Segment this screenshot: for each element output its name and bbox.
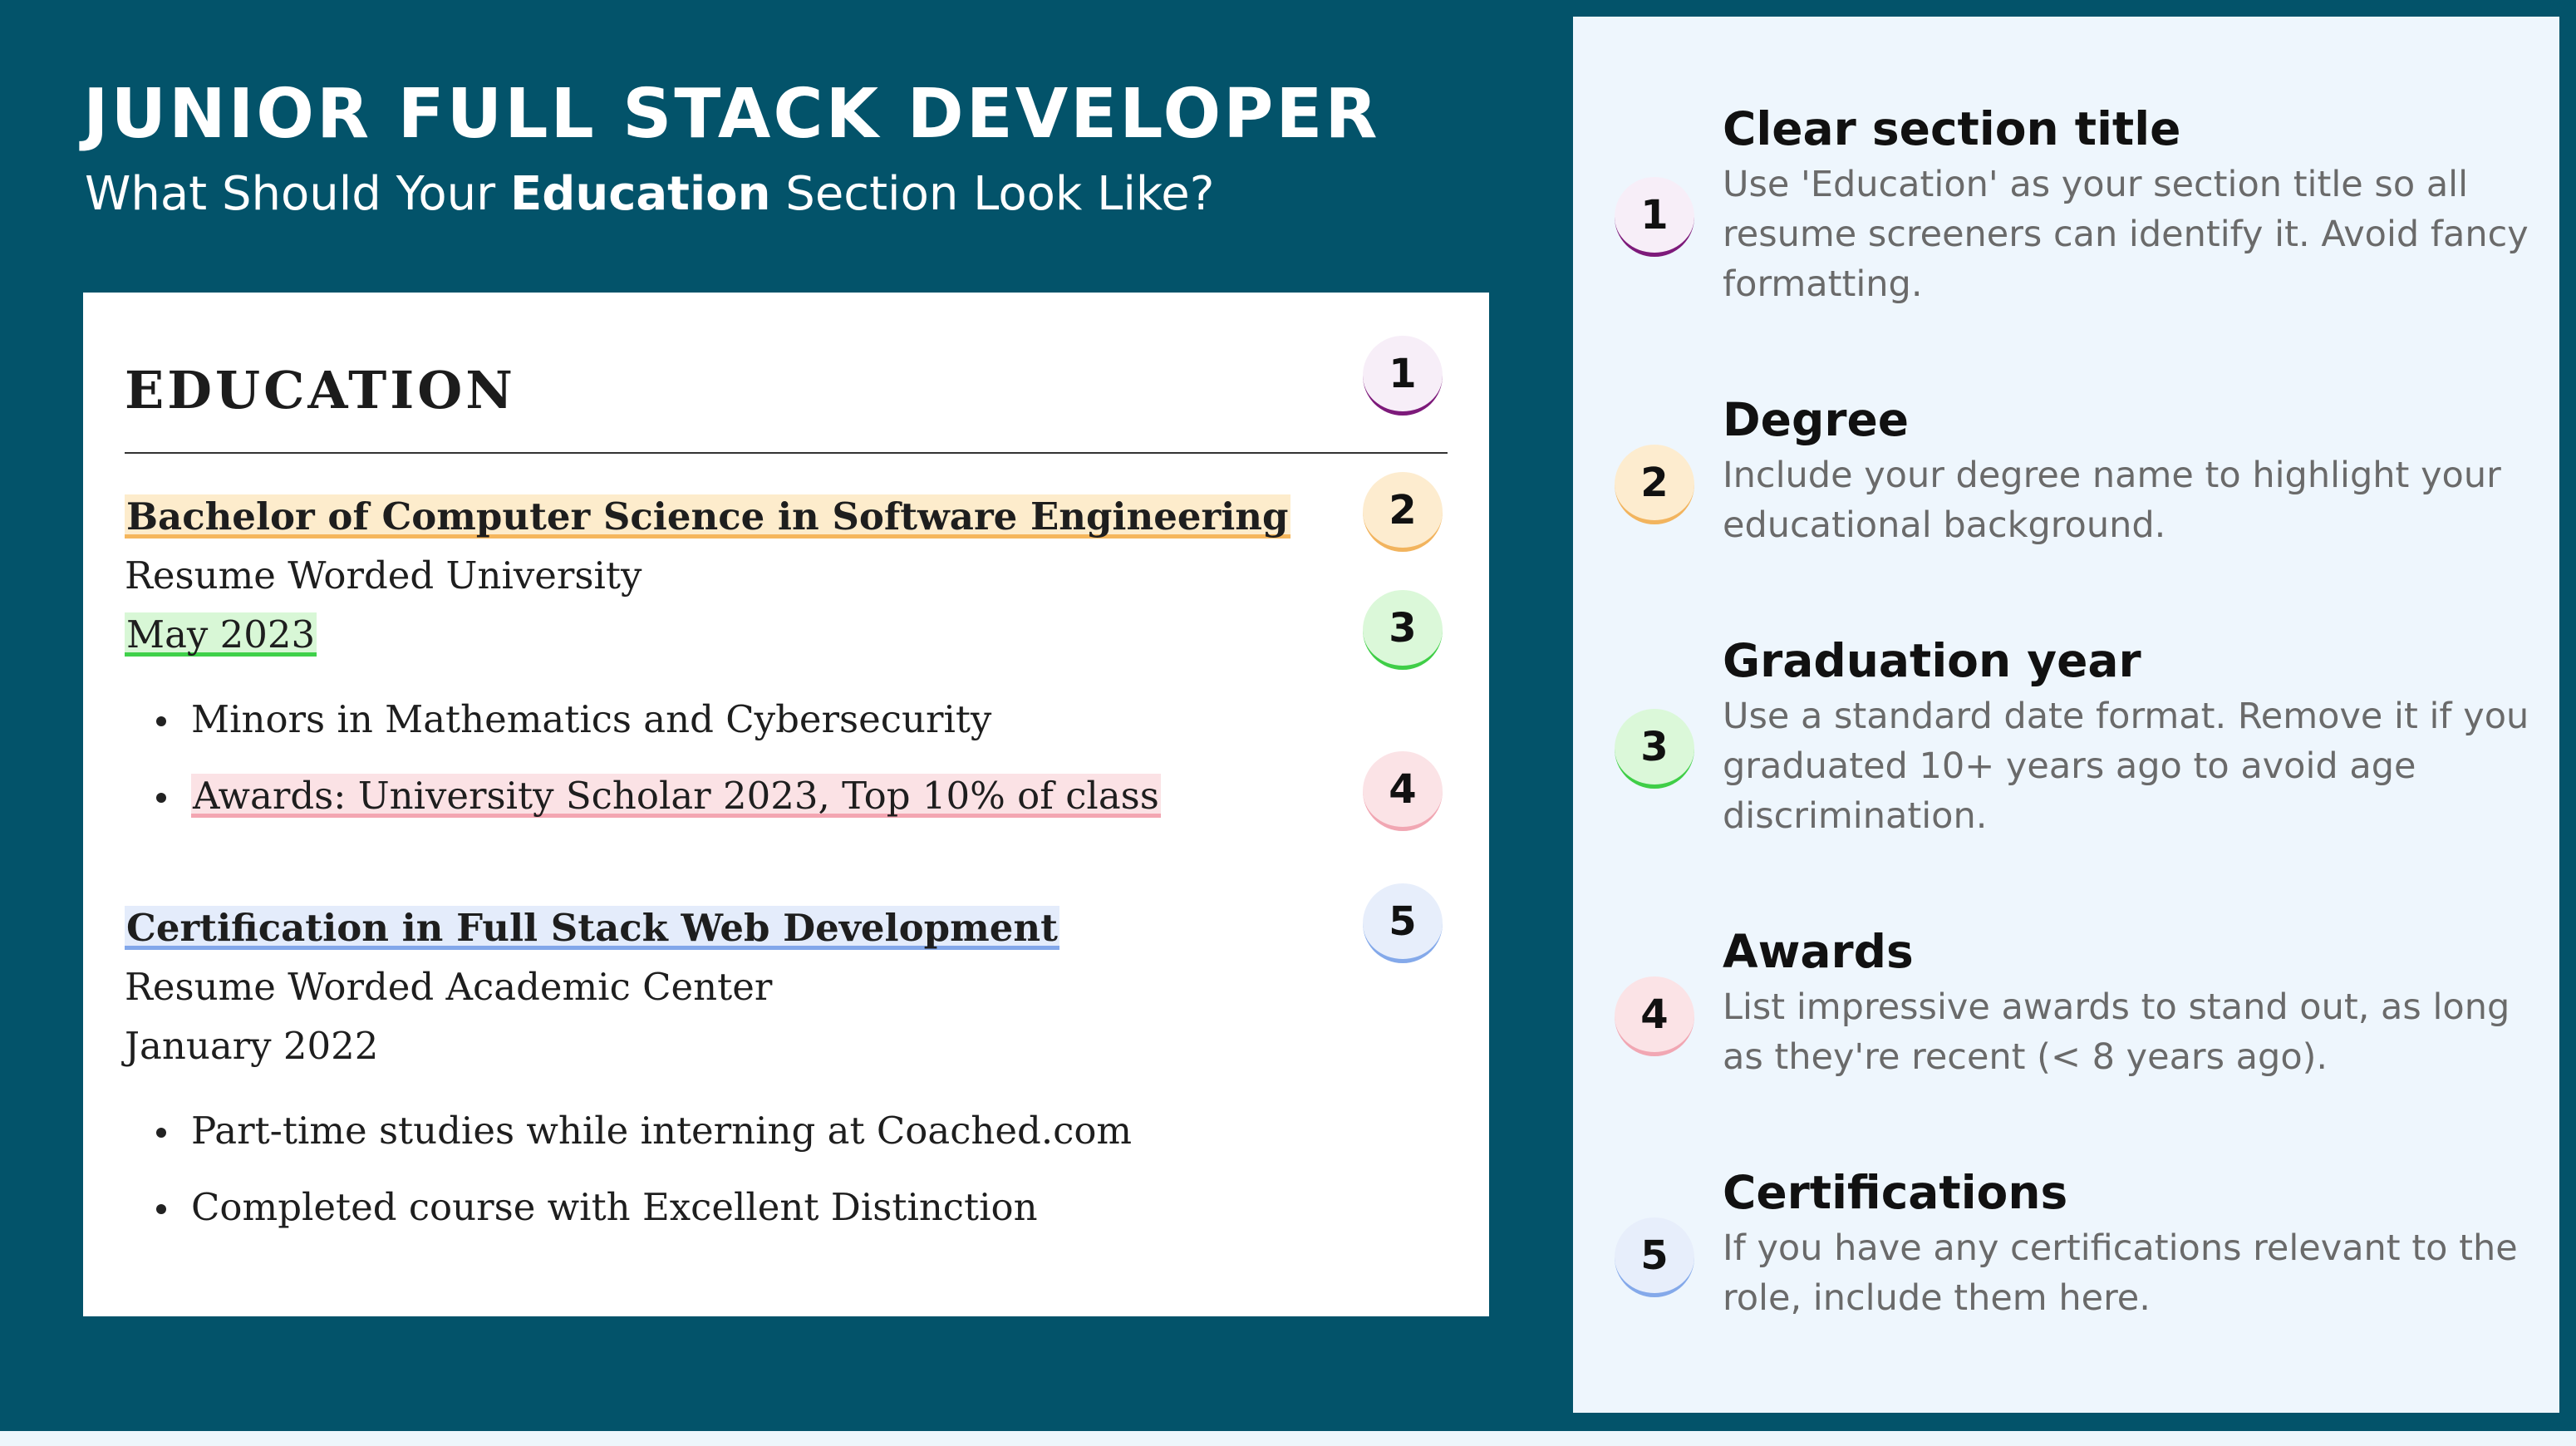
subtitle-suffix: Section Look Like? [770, 167, 1215, 221]
tip-5-number: 5 [1615, 1217, 1694, 1297]
tip-3-number: 3 [1615, 709, 1694, 789]
subtitle-prefix: What Should Your [85, 167, 510, 221]
marker-1: 1 [1363, 336, 1443, 416]
certification-date: January 2022 [125, 1024, 379, 1068]
graduation-date: May 2023 [125, 612, 317, 657]
bottom-strip [0, 1431, 2576, 1446]
tip-2-number: 2 [1615, 445, 1694, 524]
bullet-awards: Awards: University Scholar 2023, Top 10%… [156, 771, 1161, 821]
marker-3: 3 [1363, 590, 1443, 670]
marker-2: 2 [1363, 472, 1443, 552]
bullet-distinction: Completed course with Excellent Distinct… [156, 1183, 1038, 1232]
degree-line: Bachelor of Computer Science in Software… [125, 492, 1290, 542]
certification-school: Resume Worded Academic Center [125, 965, 773, 1009]
tip-2-body: Include your degree name to highlight yo… [1723, 455, 2501, 546]
certification-name: Certification in Full Stack Web Developm… [125, 906, 1059, 950]
marker-4: 4 [1363, 751, 1443, 831]
school-name: Resume Worded University [125, 553, 642, 598]
tip-1-body: Use 'Education' as your section title so… [1723, 164, 2529, 305]
tips-panel: 1 Clear section title Use 'Education' as… [1573, 17, 2559, 1413]
tip-5-body: If you have any certifications relevant … [1723, 1227, 2518, 1319]
page-subtitle: What Should Your Education Section Look … [85, 165, 1214, 224]
tip-3-body: Use a standard date format. Remove it if… [1723, 696, 2529, 837]
subtitle-bold: Education [509, 167, 771, 221]
tip-2-title: Degree [1723, 393, 1910, 446]
tip-1-number: 1 [1615, 177, 1694, 257]
tip-4-body: List impressive awards to stand out, as … [1723, 986, 2510, 1078]
section-divider [125, 452, 1448, 454]
degree-name: Bachelor of Computer Science in Software… [125, 494, 1290, 539]
awards-text: Awards: University Scholar 2023, Top 10%… [191, 774, 1161, 818]
tip-4-title: Awards [1723, 925, 1914, 978]
certification-line: Certification in Full Stack Web Developm… [125, 903, 1059, 953]
resume-education-card: EDUCATION 1 Bachelor of Computer Science… [83, 293, 1489, 1316]
tip-5-title: Certifications [1723, 1166, 2068, 1219]
page-title: JUNIOR FULL STACK DEVELOPER [83, 75, 1380, 154]
marker-5: 5 [1363, 883, 1443, 963]
education-section-title: EDUCATION [125, 360, 516, 421]
bullet-part-time: Part-time studies while interning at Coa… [155, 1106, 1132, 1156]
bullet-minors: Minors in Mathematics and Cybersecurity [155, 695, 991, 745]
graduation-date-line: May 2023 [125, 610, 317, 660]
tip-3-title: Graduation year [1723, 634, 2141, 687]
tip-4-number: 4 [1615, 976, 1694, 1056]
tip-1-title: Clear section title [1723, 102, 2181, 155]
